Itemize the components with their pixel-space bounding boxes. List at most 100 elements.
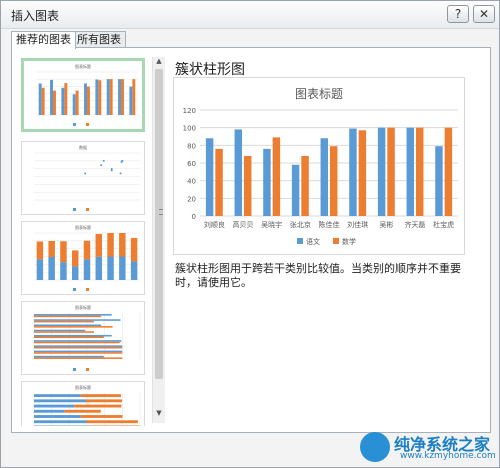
thumb-bar — [34, 320, 95, 323]
help-button[interactable]: ? — [447, 5, 469, 23]
thumb-bar — [34, 399, 86, 403]
thumb-bar — [34, 394, 81, 398]
thumb-bar — [83, 259, 91, 280]
thumb-bar — [48, 256, 55, 280]
x-tick-label: 吴彬 — [379, 220, 393, 229]
thumb-bar — [64, 83, 68, 115]
watermark-logo-icon — [360, 432, 390, 462]
thumbnail-svg: 图表标题 — [34, 224, 140, 291]
grip-icon — [159, 209, 163, 215]
close-button[interactable]: ✕ — [473, 5, 495, 23]
scroll-up-arrow-icon[interactable]: ▲ — [155, 57, 163, 67]
thumb-bar — [34, 420, 87, 424]
thumb-bar — [36, 259, 44, 280]
thumb-bar — [95, 256, 103, 280]
thumb-bar — [75, 90, 79, 115]
thumb-point — [84, 172, 87, 175]
thumb-bar — [38, 83, 42, 115]
chart-thumbnail-stacked-bar[interactable]: 图表标题 — [21, 381, 145, 426]
chart-title: 图表标题 — [295, 87, 343, 101]
thumb-legend-swatch — [73, 208, 76, 211]
thumb-bar — [72, 94, 76, 115]
thumb-bar — [34, 334, 112, 337]
y-tick-label: 120 — [183, 107, 196, 115]
legend-label: 语文 — [306, 237, 320, 246]
thumb-bar — [129, 86, 133, 115]
thumb-bar — [130, 261, 138, 280]
bar-series-1 — [320, 138, 328, 216]
thumb-bar — [95, 79, 99, 115]
bar-series-1 — [377, 127, 386, 216]
bar-series-1 — [435, 146, 443, 216]
scrollbar[interactable]: ▲ ▼ — [152, 57, 165, 423]
thumb-bar — [71, 266, 79, 280]
bar-series-2 — [244, 155, 252, 216]
thumb-bar — [53, 90, 56, 115]
thumb-legend-swatch — [86, 123, 89, 126]
thumb-bar — [60, 262, 67, 280]
thumb-legend-swatch — [86, 208, 89, 211]
chart-thumbnail-scatter[interactable]: 数据 — [21, 141, 145, 215]
thumb-bar — [118, 79, 121, 115]
thumbnail-title: 图表标题 — [75, 63, 91, 69]
thumb-bar — [107, 256, 114, 280]
thumb-bar — [34, 345, 123, 347]
thumb-bar — [34, 415, 81, 418]
thumb-bar — [41, 87, 45, 115]
thumb-bar — [34, 409, 65, 413]
thumbnail-svg: 图表标题 — [36, 63, 138, 126]
thumb-bar — [34, 340, 122, 342]
watermark: 纯净系统之家 www.kzmyhome.com — [356, 429, 496, 467]
bar-series-2 — [416, 127, 424, 216]
thumb-bar — [109, 79, 113, 115]
thumb-bar — [121, 79, 124, 115]
thumb-bar — [34, 314, 112, 316]
chart-thumbnail-stacked-column[interactable]: 图表标题 — [21, 221, 145, 295]
thumb-legend-swatch — [73, 288, 76, 291]
thumb-bar — [85, 399, 122, 403]
thumb-bar — [74, 404, 122, 408]
thumb-bar — [80, 415, 123, 418]
scroll-thumb[interactable] — [155, 69, 163, 379]
bar-series-2 — [330, 146, 338, 216]
thumb-bar — [34, 331, 95, 333]
y-tick-label: 60 — [187, 160, 196, 168]
thumb-bar — [132, 79, 136, 115]
thumb-bar — [98, 80, 102, 115]
bar-series-2 — [215, 148, 223, 216]
thumbnail-title: 图表标题 — [75, 304, 91, 310]
legend-swatch — [333, 238, 339, 244]
tab-recommended-charts[interactable]: 推荐的图表 — [11, 31, 76, 49]
legend-swatch — [297, 238, 303, 244]
thumb-point — [110, 168, 113, 171]
thumb-bar — [107, 233, 114, 257]
thumb-bar — [86, 420, 138, 424]
bar-series-2 — [301, 155, 309, 216]
thumb-legend-swatch — [86, 288, 89, 291]
thumb-point — [119, 172, 122, 175]
thumb-bar — [83, 240, 91, 260]
x-tick-label: 陈佳佳 — [319, 220, 340, 229]
scroll-down-arrow-icon[interactable]: ▼ — [155, 409, 163, 419]
x-tick-label: 刘佳琪 — [347, 220, 368, 229]
thumbnail-title: 图表标题 — [75, 224, 91, 230]
bar-series-1 — [263, 148, 271, 216]
title-bar: 插入图表 ? ✕ — [1, 1, 499, 29]
thumbnail-svg: 图表标题 — [33, 384, 141, 426]
thumb-bar — [119, 233, 126, 257]
chart-thumbnail-clustered-column[interactable]: 图表标题 — [21, 58, 145, 132]
thumb-bar — [71, 250, 79, 267]
thumb-bar — [34, 329, 86, 332]
thumb-bar — [84, 83, 87, 115]
tab-all-charts[interactable]: 所有图表 — [72, 31, 126, 48]
thumb-bar — [61, 87, 65, 115]
thumb-bar — [50, 79, 53, 115]
bar-series-1 — [406, 127, 414, 216]
bar-series-2 — [358, 130, 367, 216]
dialog-title: 插入图表 — [11, 9, 60, 23]
chart-thumbnail-clustered-bar[interactable]: 图表标题 — [21, 301, 145, 375]
thumb-legend-swatch — [73, 123, 76, 126]
thumb-bar — [130, 237, 138, 262]
thumb-point — [100, 164, 103, 167]
y-tick-label: 20 — [187, 195, 196, 203]
